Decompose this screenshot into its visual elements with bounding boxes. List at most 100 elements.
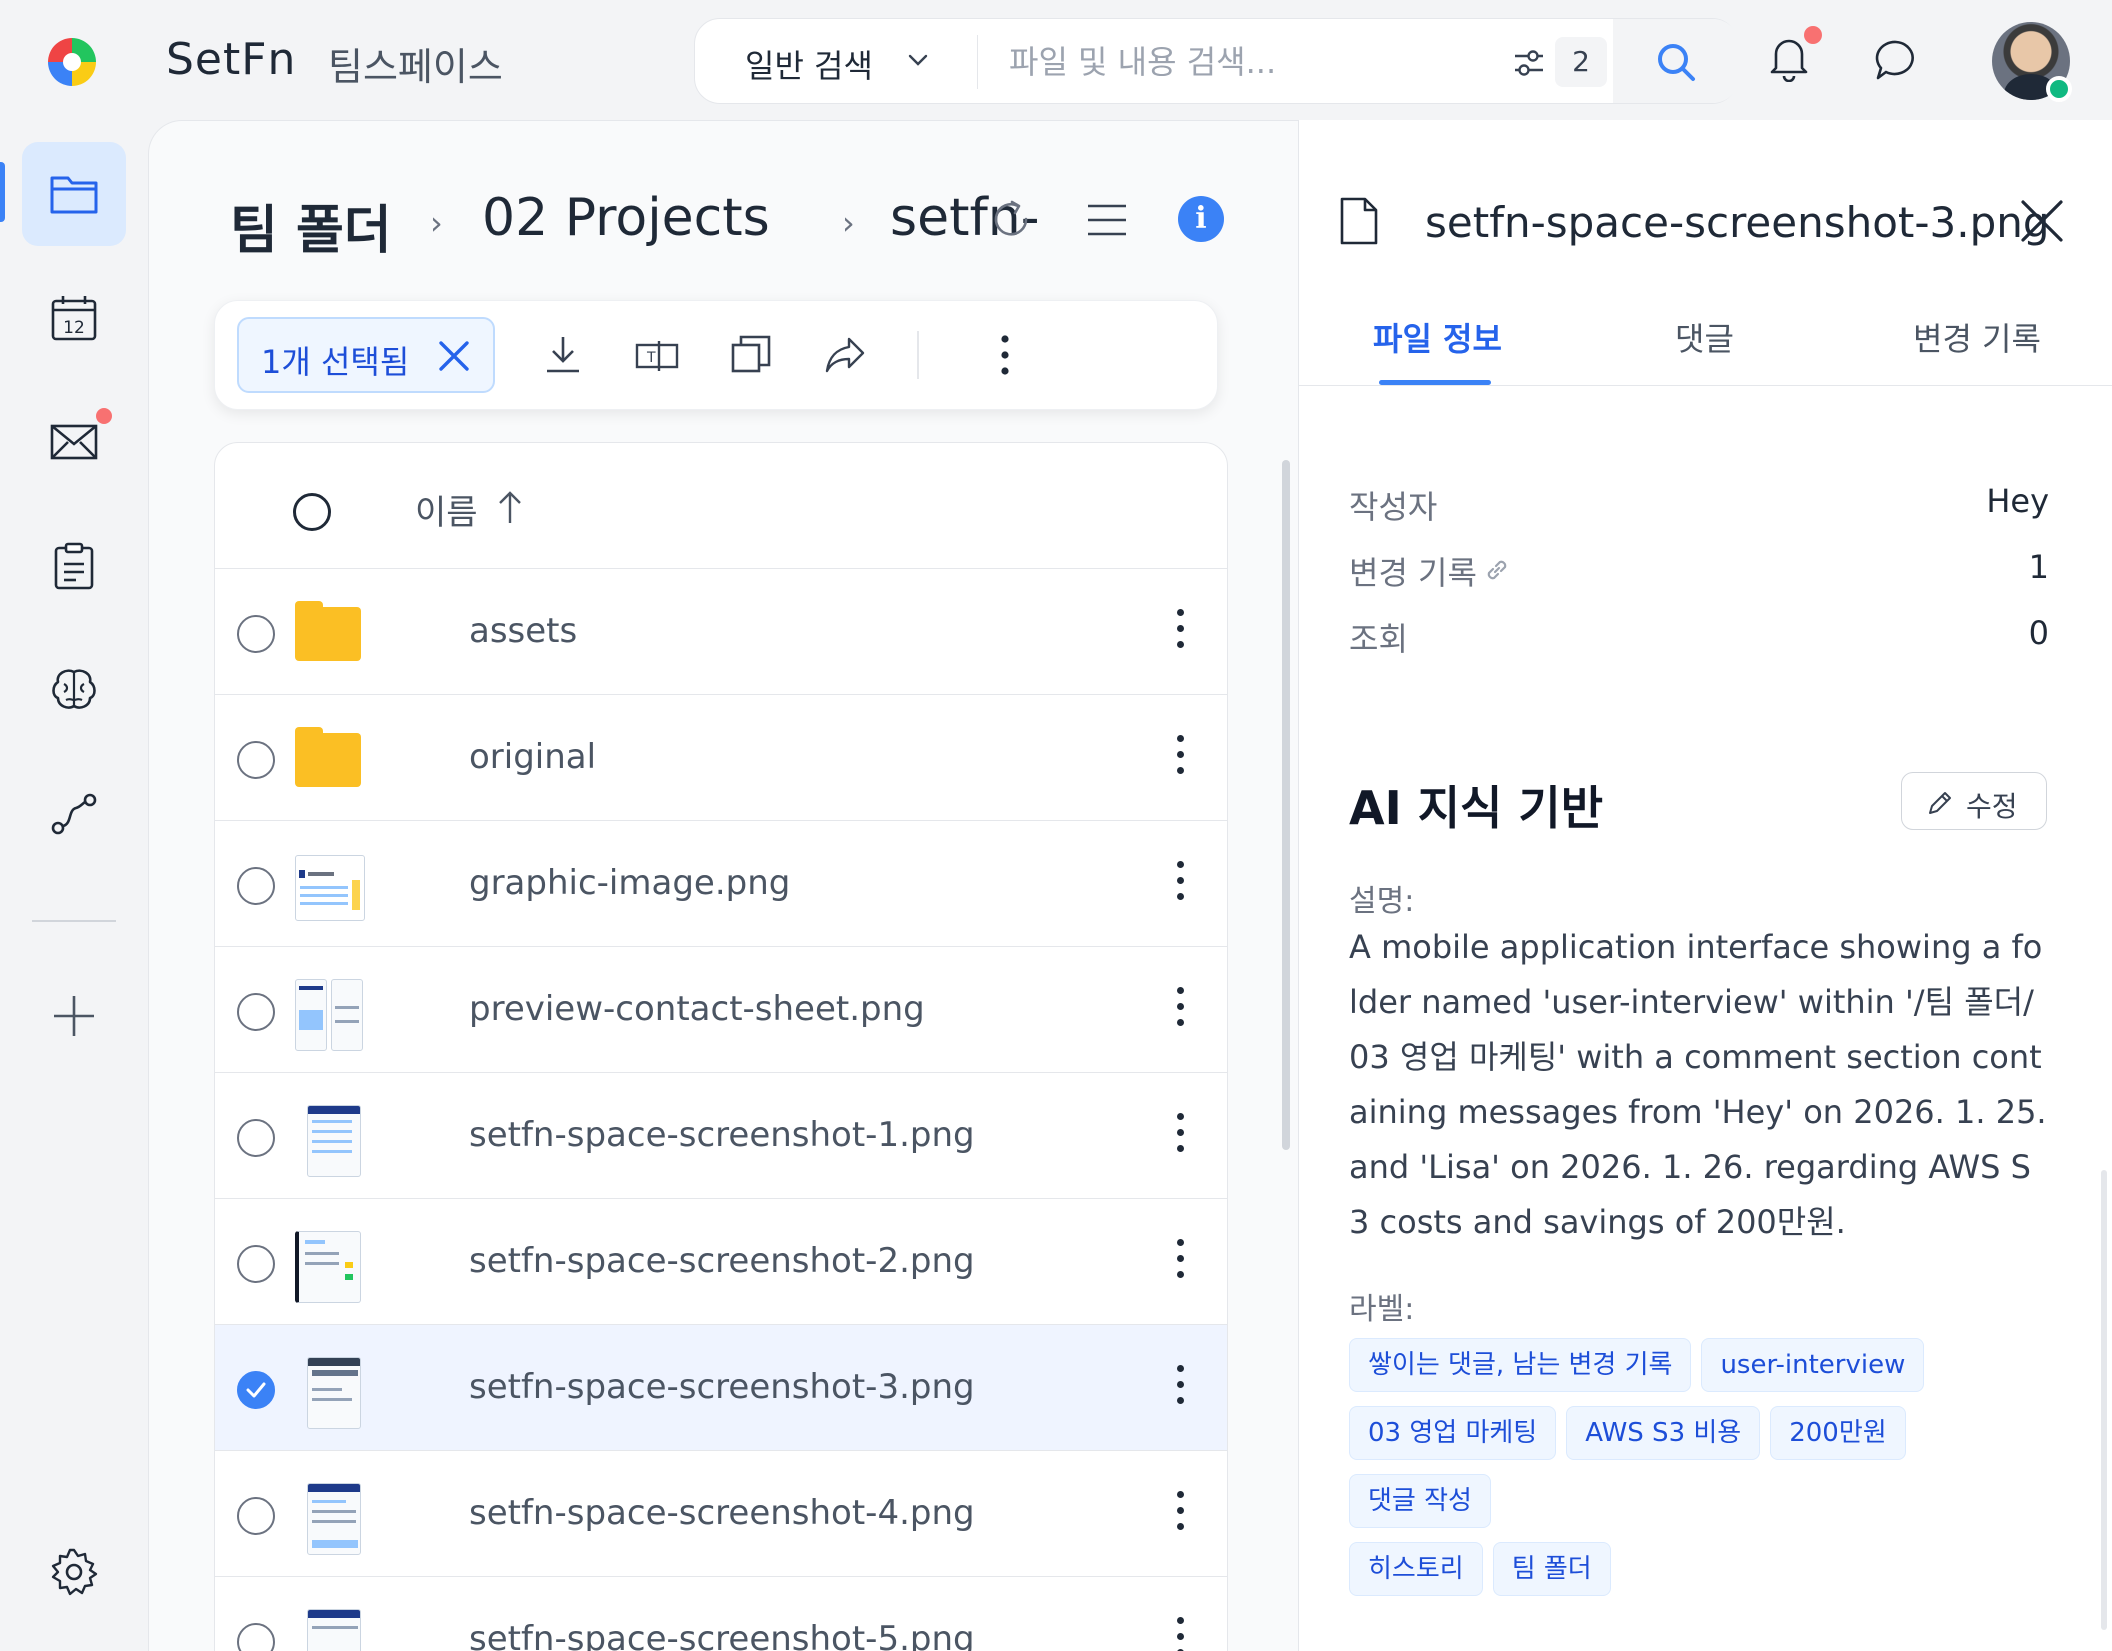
rail-item-files[interactable] (22, 142, 126, 246)
select-all-checkbox[interactable] (293, 493, 331, 531)
selection-count: 1개 선택됨 (261, 343, 410, 381)
row-more-icon[interactable] (1173, 609, 1187, 657)
share-icon[interactable] (821, 331, 869, 379)
tab-comments[interactable]: 댓글 (1675, 314, 1734, 360)
pencil-icon (1929, 792, 1951, 814)
meta-row-history: 변경 기록 1 (1349, 548, 2049, 598)
label-chip[interactable]: user-interview (1701, 1338, 1925, 1392)
row-more-icon[interactable] (1173, 1491, 1187, 1539)
info-icon[interactable]: i (1178, 196, 1224, 242)
panel-scrollbar[interactable] (2101, 1170, 2107, 1630)
rename-icon[interactable]: T (633, 331, 681, 379)
image-thumbnail-icon (295, 1357, 363, 1429)
active-tab-indicator (1379, 380, 1491, 385)
file-list-scrollbar[interactable] (1282, 460, 1290, 1150)
logo-icon[interactable] (44, 34, 100, 90)
row-more-icon[interactable] (1173, 1365, 1187, 1413)
filter-icon[interactable] (1511, 45, 1547, 81)
close-icon[interactable] (2019, 198, 2065, 244)
image-thumbnail-icon (295, 853, 365, 923)
image-thumbnail-icon (295, 1609, 363, 1651)
column-name-header[interactable]: 이름 (415, 485, 478, 534)
file-name[interactable]: preview-contact-sheet.png (469, 989, 925, 1029)
calendar-icon: 12 (51, 296, 97, 341)
table-row[interactable]: original (215, 695, 1227, 821)
file-name[interactable]: setfn-space-screenshot-2.png (469, 1241, 975, 1281)
edit-button[interactable]: 수정 (1901, 772, 2047, 830)
label-chip[interactable]: 팀 폴더 (1492, 1542, 1611, 1596)
row-more-icon[interactable] (1173, 987, 1187, 1035)
file-name[interactable]: setfn-space-screenshot-1.png (469, 1115, 975, 1155)
row-checkbox[interactable] (237, 993, 275, 1031)
more-options-icon[interactable] (981, 331, 1029, 379)
row-checkbox[interactable] (237, 741, 275, 779)
row-more-icon[interactable] (1173, 1239, 1187, 1287)
search-input[interactable] (1009, 33, 1449, 91)
tab-history[interactable]: 변경 기록 (1913, 314, 2041, 360)
left-rail: 12 (0, 120, 148, 1651)
row-checkbox[interactable] (237, 1623, 275, 1651)
label-chip[interactable]: 쌓이는 댓글, 남는 변경 기록 (1349, 1338, 1692, 1392)
chevron-down-icon[interactable] (901, 43, 935, 77)
row-more-icon[interactable] (1173, 1113, 1187, 1161)
row-more-icon[interactable] (1173, 861, 1187, 909)
table-row[interactable]: preview-contact-sheet.png (215, 947, 1227, 1073)
label-chip[interactable]: 200만원 (1770, 1406, 1906, 1460)
download-icon[interactable] (539, 331, 587, 379)
label-chip[interactable]: 히스토리 (1349, 1542, 1483, 1596)
chat-icon[interactable] (1874, 38, 1918, 82)
meta-value: 0 (2028, 614, 2049, 652)
row-checkbox[interactable] (237, 867, 275, 905)
rail-item-mail[interactable] (22, 390, 126, 494)
search-mode-select[interactable]: 일반 검색 (745, 41, 873, 87)
row-more-icon[interactable] (1173, 1617, 1187, 1651)
breadcrumb-item-projects[interactable]: 02 Projects (482, 188, 770, 248)
link-icon[interactable] (1483, 556, 1511, 584)
table-row[interactable]: graphic-image.png (215, 821, 1227, 947)
close-icon[interactable] (435, 337, 473, 375)
table-row[interactable]: setfn-space-screenshot-1.png (215, 1073, 1227, 1199)
rail-item-calendar[interactable]: 12 (22, 266, 126, 370)
rail-item-tasks[interactable] (22, 514, 126, 618)
label-chip[interactable]: 03 영업 마케팅 (1349, 1406, 1557, 1460)
row-checkbox-checked[interactable] (237, 1371, 275, 1409)
search-divider (977, 35, 978, 89)
checkmark-icon (246, 1382, 266, 1398)
label-chip[interactable]: AWS S3 비용 (1566, 1406, 1761, 1460)
file-name[interactable]: setfn-space-screenshot-5.png (469, 1619, 975, 1651)
file-name[interactable]: assets (469, 611, 577, 651)
label-chip[interactable]: 댓글 작성 (1349, 1474, 1491, 1528)
row-checkbox[interactable] (237, 1119, 275, 1157)
selection-chip[interactable]: 1개 선택됨 (237, 317, 495, 393)
breadcrumb-separator: › (430, 204, 443, 242)
list-view-icon[interactable] (1086, 202, 1128, 238)
workflow-icon (51, 793, 97, 835)
tab-file-info[interactable]: 파일 정보 (1373, 314, 1502, 360)
file-name[interactable]: setfn-space-screenshot-4.png (469, 1493, 975, 1533)
table-row[interactable]: setfn-space-screenshot-4.png (215, 1451, 1227, 1577)
search-button[interactable] (1613, 19, 1739, 103)
row-checkbox[interactable] (237, 615, 275, 653)
breadcrumb-item-team-folder[interactable]: 팀 폴더 (230, 188, 392, 263)
table-row[interactable]: setfn-space-screenshot-5.png (215, 1577, 1227, 1651)
row-checkbox[interactable] (237, 1497, 275, 1535)
file-name[interactable]: setfn-space-screenshot-3.png (469, 1367, 975, 1407)
row-more-icon[interactable] (1173, 735, 1187, 783)
meta-label: 변경 기록 (1349, 554, 1477, 592)
row-checkbox[interactable] (237, 1245, 275, 1283)
bell-icon[interactable] (1766, 34, 1812, 82)
table-row[interactable]: setfn-space-screenshot-2.png (215, 1199, 1227, 1325)
rail-add-button[interactable] (22, 964, 126, 1068)
rail-item-workflow[interactable] (22, 762, 126, 866)
brain-icon (52, 669, 96, 709)
file-name[interactable]: graphic-image.png (469, 863, 790, 903)
rail-item-ai[interactable] (22, 638, 126, 742)
table-row[interactable]: assets (215, 569, 1227, 695)
rail-settings-button[interactable] (22, 1520, 126, 1624)
filter-count-badge[interactable]: 2 (1555, 37, 1607, 87)
file-name[interactable]: original (469, 737, 596, 777)
table-row[interactable]: setfn-space-screenshot-3.png (215, 1325, 1227, 1451)
refresh-icon[interactable] (988, 196, 1034, 242)
sort-ascending-icon[interactable] (493, 487, 527, 527)
copy-icon[interactable] (727, 331, 775, 379)
